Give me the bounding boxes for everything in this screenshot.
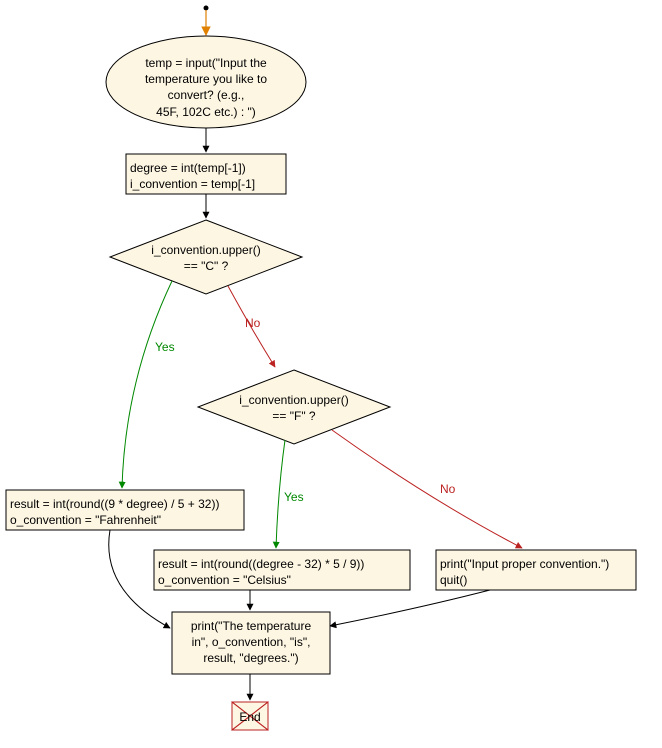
flowchart-canvas [0,0,662,748]
convF-node [154,550,410,590]
end-node [232,702,268,730]
decF-node [198,370,390,444]
parse-node [126,154,286,194]
print-node [172,612,330,674]
edge-decF-err [332,430,522,548]
err-node [436,550,636,590]
edge-decF-convF [276,440,285,548]
edge-decC-convC [122,281,172,488]
decC-node [110,220,302,294]
edge-decC-decF [228,286,275,367]
input-node [106,36,306,128]
convC-node [6,490,244,530]
edge-err-print [330,590,490,626]
start-node [204,6,209,11]
